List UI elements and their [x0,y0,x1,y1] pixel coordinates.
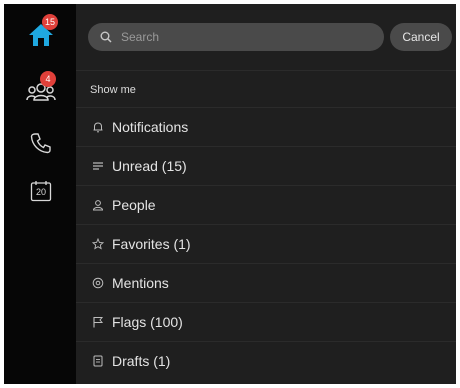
person-icon [92,199,104,211]
filter-list: Notifications Unread (15) People Favorit… [76,107,456,380]
filter-drafts[interactable]: Drafts (1) [76,341,456,380]
draft-icon [92,355,104,367]
filter-label: Notifications [112,119,189,135]
filter-favorites[interactable]: Favorites (1) [76,224,456,263]
header-divider [76,70,456,71]
flag-icon [92,316,104,328]
teams-badge: 4 [40,71,56,87]
filter-label: Favorites (1) [112,236,191,252]
at-icon [92,277,104,289]
filter-people[interactable]: People [76,185,456,224]
filter-flags[interactable]: Flags (100) [76,302,456,341]
calendar-day: 20 [35,187,46,197]
show-me-label: Show me [90,84,136,96]
search-input[interactable] [119,26,363,48]
bell-icon [92,121,104,133]
nav-rail: 15 4 20 [4,4,76,384]
filter-unread[interactable]: Unread (15) [76,146,456,185]
rail-calls-button[interactable] [26,128,56,158]
filter-label: Drafts (1) [112,353,171,369]
home-badge: 15 [42,14,58,30]
rail-calendar-button[interactable]: 20 [26,176,56,206]
search-box[interactable] [88,23,384,51]
star-icon [92,238,104,250]
rail-home-button[interactable]: 15 [26,14,58,50]
app-window: 15 4 20 Search Cancel Show me Notificati… [4,4,456,384]
phone-icon [30,132,52,154]
unread-lines-icon [92,160,104,172]
search-icon [99,30,113,44]
filter-label: People [112,197,156,213]
cancel-button[interactable]: Cancel [390,23,452,51]
filter-notifications[interactable]: Notifications [76,107,456,146]
filter-label: Flags (100) [112,314,183,330]
calendar-icon: 20 [30,180,52,202]
rail-teams-button[interactable]: 4 [26,71,56,106]
filter-label: Mentions [112,275,169,291]
filter-label: Unread (15) [112,158,187,174]
filter-mentions[interactable]: Mentions [76,263,456,302]
